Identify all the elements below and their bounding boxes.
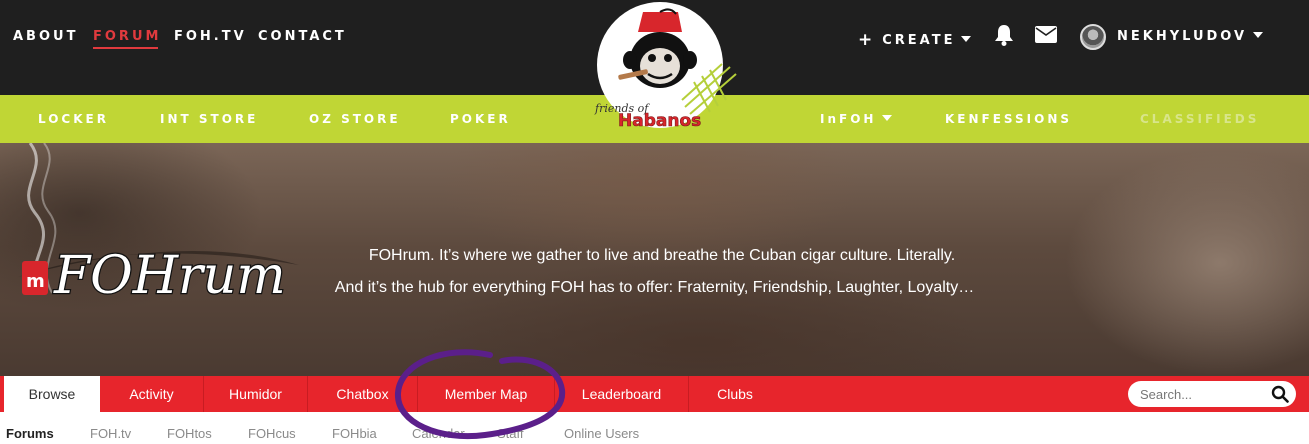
- subnav-forums[interactable]: Forums: [6, 426, 54, 441]
- search-box: [1128, 381, 1296, 407]
- create-label: CREATE: [882, 33, 956, 48]
- site-logo[interactable]: friends of Habanos: [590, 2, 740, 132]
- tab-browse[interactable]: Browse: [4, 376, 100, 412]
- tab-humidor[interactable]: Humidor: [204, 376, 308, 412]
- subnav-online-users[interactable]: Online Users: [564, 426, 639, 441]
- chevron-down-icon: [961, 35, 972, 42]
- nav-classifieds[interactable]: CLASSIFIEDS: [1140, 112, 1259, 126]
- forum-tab-bar: Browse Activity Humidor Chatbox Member M…: [0, 376, 1309, 412]
- bell-icon[interactable]: [994, 24, 1014, 46]
- mail-icon[interactable]: [1035, 26, 1057, 43]
- search-input[interactable]: [1140, 385, 1260, 403]
- nav-forum[interactable]: FORUM: [93, 29, 161, 49]
- user-menu[interactable]: NEKHYLUDOV: [1117, 29, 1264, 44]
- plus-icon: +: [858, 30, 873, 50]
- tab-activity[interactable]: Activity: [100, 376, 204, 412]
- hero-tagline-1: FOHrum. It’s where we gather to live and…: [368, 247, 956, 264]
- avatar[interactable]: [1080, 24, 1106, 50]
- tab-leaderboard[interactable]: Leaderboard: [555, 376, 689, 412]
- nav-contact[interactable]: CONTACT: [258, 29, 347, 44]
- username: NEKHYLUDOV: [1117, 29, 1248, 44]
- tab-member-map[interactable]: Member Map: [418, 376, 555, 412]
- tab-clubs[interactable]: Clubs: [689, 376, 781, 412]
- nav-infoh-label: InFOH: [820, 112, 877, 126]
- subnav-calendar[interactable]: Calendar: [412, 426, 465, 441]
- search-icon[interactable]: [1271, 385, 1289, 403]
- hero-tagline-2: And it’s the hub for everything FOH has …: [334, 279, 975, 296]
- chevron-down-icon: [882, 114, 893, 121]
- subnav-fohtos[interactable]: FOHtos: [167, 426, 212, 441]
- nav-oz-store[interactable]: OZ STORE: [309, 112, 401, 126]
- forum-sub-nav: Forums FOH.tv FOHtos FOHcus FOHbia Calen…: [0, 412, 1309, 444]
- nav-infoh[interactable]: InFOH: [820, 112, 893, 126]
- nav-int-store[interactable]: INT STORE: [160, 112, 258, 126]
- nav-kenfessions[interactable]: KENFESSIONS: [945, 112, 1072, 126]
- subnav-foh-tv[interactable]: FOH.tv: [90, 426, 131, 441]
- tab-chatbox[interactable]: Chatbox: [308, 376, 418, 412]
- nav-locker[interactable]: LOCKER: [38, 112, 109, 126]
- logo-brand-text: Habanos: [618, 111, 701, 131]
- subnav-fohbia[interactable]: FOHbia: [332, 426, 377, 441]
- hero-banner: m FOHrum FOHrum. It’s where we gather to…: [0, 143, 1309, 376]
- subnav-fohcus[interactable]: FOHcus: [248, 426, 296, 441]
- fohrum-logo: m FOHrum: [18, 245, 299, 307]
- subnav-staff[interactable]: Staff: [497, 426, 524, 441]
- nav-foh-tv[interactable]: FOH.TV: [174, 29, 247, 44]
- nav-about[interactable]: ABOUT: [13, 29, 78, 44]
- chevron-down-icon: [1253, 31, 1264, 38]
- create-menu[interactable]: + CREATE: [858, 29, 972, 50]
- nav-poker[interactable]: POKER: [450, 112, 511, 126]
